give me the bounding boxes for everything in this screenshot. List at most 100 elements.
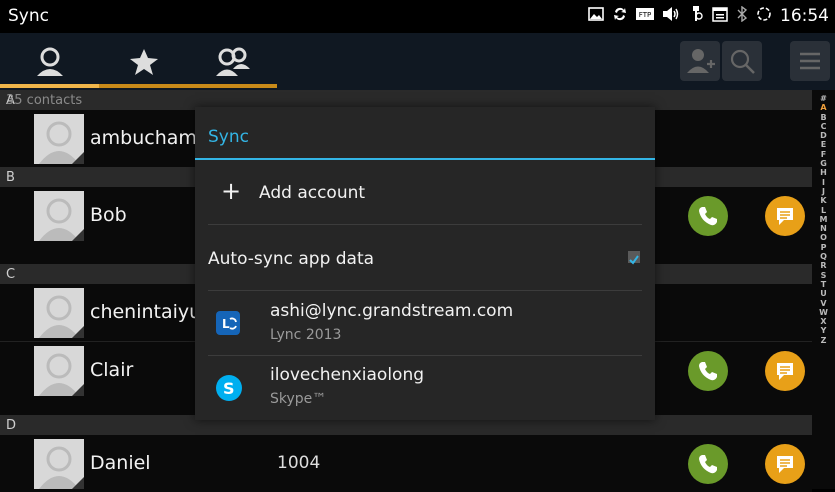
auto-sync-checkbox[interactable] [628, 251, 640, 265]
avatar [34, 346, 84, 396]
contact-name: Daniel [90, 452, 151, 474]
dialog-title: Sync [208, 127, 249, 147]
message-button[interactable] [765, 196, 805, 236]
alphabet-index[interactable]: # A B C D E F G H I J K L M N O P Q R S T U V W X Y Z [812, 90, 835, 489]
index-letter[interactable]: A [812, 103, 835, 112]
status-title: Sync [8, 6, 49, 26]
message-button[interactable] [765, 351, 805, 391]
index-letter[interactable]: P [812, 243, 835, 252]
index-letter[interactable]: I [812, 178, 835, 187]
divider [208, 224, 642, 225]
message-icon [777, 456, 793, 473]
auto-sync-label: Auto-sync app data [208, 249, 375, 269]
index-letter[interactable]: J [812, 187, 835, 196]
avatar-corner [72, 152, 84, 164]
wifi-loading-icon [756, 6, 772, 26]
status-bar: Sync FTP 16:54 [0, 0, 835, 33]
account-type: Lync 2013 [270, 327, 342, 343]
index-letter[interactable]: R [812, 261, 835, 270]
call-button[interactable] [688, 351, 728, 391]
index-letter[interactable]: T [812, 280, 835, 289]
tab-indicator-selected [0, 84, 99, 88]
index-letter[interactable]: V [812, 299, 835, 308]
message-button[interactable] [765, 444, 805, 484]
contact-name: chenintaiyu [90, 301, 202, 323]
avatar-corner [72, 326, 84, 338]
index-letter[interactable]: H [812, 168, 835, 177]
bluetooth-icon [736, 5, 748, 26]
index-letter[interactable]: F [812, 150, 835, 159]
avatar-corner [72, 229, 84, 241]
contact-count: 35 contacts [6, 93, 83, 108]
index-letter[interactable]: B [812, 113, 835, 122]
index-letter[interactable]: G [812, 159, 835, 168]
phone-icon [699, 207, 717, 226]
index-letter[interactable]: Q [812, 252, 835, 261]
menu-icon [800, 52, 820, 70]
index-letters[interactable]: # A B C D E F G H I J K L M N O P Q R S T U V W X Y Z [812, 90, 835, 345]
add-account-item[interactable]: + Add account [208, 179, 642, 207]
divider [208, 290, 642, 291]
message-icon [777, 363, 793, 380]
avatar-corner [72, 477, 84, 489]
ftp-icon-label: FTP [639, 11, 651, 19]
avatar [34, 114, 84, 164]
contact-row[interactable]: Daniel 1004 [0, 435, 812, 492]
search-icon [730, 49, 755, 74]
ftp-icon: FTP [636, 7, 654, 25]
person-icon [36, 47, 63, 76]
sync-dialog: Sync + Add account Auto-sync app data L … [195, 107, 655, 420]
picture-icon [588, 7, 604, 25]
index-letter[interactable]: K [812, 196, 835, 205]
index-letter[interactable]: W [812, 308, 835, 317]
index-letter[interactable]: S [812, 271, 835, 280]
account-email: ashi@lync.grandstream.com [270, 301, 514, 321]
add-person-icon [687, 49, 715, 73]
sync-icon [612, 6, 628, 26]
lync-icon: L [216, 311, 240, 335]
index-letter[interactable]: # [812, 94, 835, 103]
contact-name: Clair [90, 359, 134, 381]
account-type: Skype™ [270, 391, 327, 407]
avatar [34, 191, 84, 241]
index-letter[interactable]: O [812, 233, 835, 242]
section-letter: D [6, 418, 17, 433]
divider [208, 355, 642, 356]
groups-tab[interactable] [188, 33, 277, 90]
usb-icon [688, 5, 704, 27]
section-letter: B [6, 170, 15, 185]
status-time: 16:54 [780, 6, 829, 26]
index-letter[interactable]: X [812, 317, 835, 326]
menu-button[interactable] [790, 41, 830, 81]
call-button[interactable] [688, 196, 728, 236]
index-letter[interactable]: Z [812, 336, 835, 345]
phone-icon [699, 362, 717, 381]
auto-sync-item[interactable]: Auto-sync app data [208, 249, 642, 269]
add-contact-button[interactable] [680, 41, 720, 81]
account-item-skype[interactable]: S ilovechenxiaolong Skype™ [208, 361, 642, 413]
contact-name: ambucham [90, 127, 197, 149]
favorites-tab[interactable] [99, 33, 188, 90]
index-letter[interactable]: L [812, 206, 835, 215]
index-letter[interactable]: N [812, 224, 835, 233]
index-letter[interactable]: C [812, 122, 835, 131]
avatar-corner [72, 384, 84, 396]
contacts-tab[interactable] [0, 33, 99, 90]
account-item-lync[interactable]: L ashi@lync.grandstream.com Lync 2013 [208, 297, 642, 349]
index-letter[interactable]: E [812, 140, 835, 149]
calendar-icon [712, 6, 728, 26]
index-letter[interactable]: D [812, 131, 835, 140]
index-letter[interactable]: Y [812, 326, 835, 335]
call-button[interactable] [688, 444, 728, 484]
contact-number: 1004 [277, 453, 321, 473]
search-button[interactable] [722, 41, 762, 81]
index-letter[interactable]: U [812, 289, 835, 298]
plus-icon: + [221, 177, 242, 205]
index-letter[interactable]: M [812, 215, 835, 224]
account-email: ilovechenxiaolong [270, 365, 425, 385]
status-icons: FTP 16:54 [588, 5, 829, 27]
action-bar [0, 33, 835, 90]
avatar [34, 288, 84, 338]
phone-icon [699, 455, 717, 474]
lync-icon-label: L [222, 317, 230, 331]
